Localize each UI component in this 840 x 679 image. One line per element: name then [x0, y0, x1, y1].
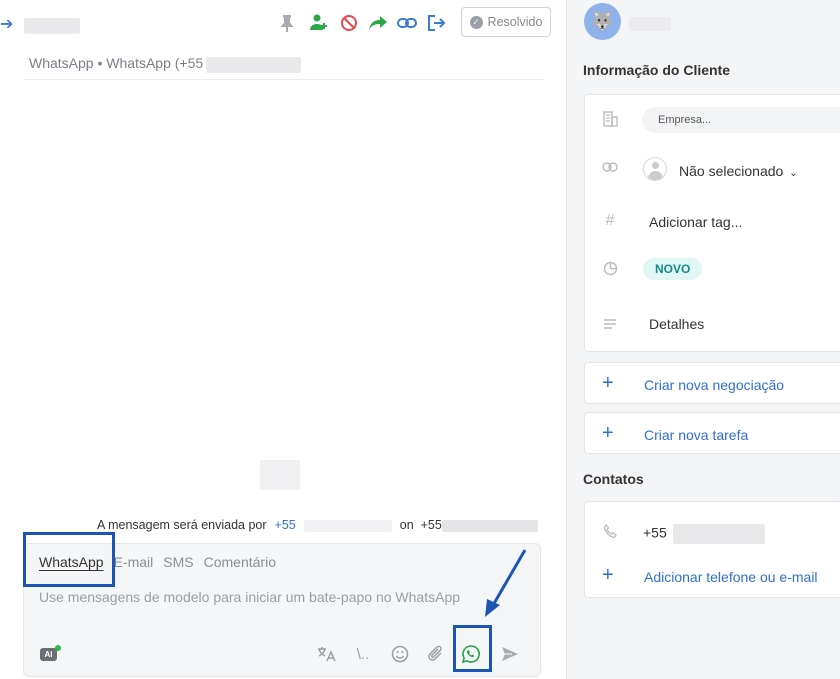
pie-chart-icon	[601, 261, 619, 280]
send-info-prefix: A mensagem será enviada por	[97, 518, 267, 532]
check-circle-icon: ✓	[469, 15, 483, 29]
ai-status-dot	[55, 645, 61, 651]
to-phone: +55	[420, 518, 442, 532]
plus-icon: +	[602, 564, 614, 586]
add-contact-link[interactable]: Adicionar telefone ou e-mail	[644, 569, 818, 585]
contact-name	[24, 18, 80, 34]
customer-info-card: Empresa... Não selecionado ⌄ # Adicionar…	[584, 94, 840, 352]
add-tag-input[interactable]: Adicionar tag...	[649, 214, 742, 230]
contact-phone-redacted	[672, 524, 765, 544]
channel-info: WhatsApp • WhatsApp (+55	[29, 55, 204, 71]
phone-icon	[601, 523, 619, 543]
customer-info-title: Informação do Cliente	[583, 62, 731, 78]
forward-icon[interactable]	[367, 12, 389, 34]
contacts-card: +55 + Adicionar telefone ou e-mail	[584, 501, 840, 598]
chat-panel: ➔ ✓ Resolvido WhatsApp • WhatsApp (+55 A…	[0, 0, 566, 679]
tab-comment[interactable]: Comentário	[204, 554, 276, 570]
channel-phone-redacted	[206, 57, 301, 73]
tab-email[interactable]: E-mail	[114, 554, 154, 570]
message-redacted	[260, 460, 300, 490]
block-icon[interactable]	[338, 12, 360, 34]
create-deal-card[interactable]: + Criar nova negociação	[584, 362, 840, 404]
details-field[interactable]: Detalhes	[649, 316, 704, 332]
back-arrow-icon[interactable]: ➔	[0, 14, 13, 34]
whatsapp-tab-highlight	[23, 532, 115, 587]
assign-user-icon[interactable]	[308, 12, 330, 34]
avatar[interactable]: 🐺	[584, 3, 621, 40]
plus-icon: +	[602, 422, 614, 444]
company-input[interactable]: Empresa...	[642, 107, 840, 133]
ai-button[interactable]: AI	[40, 648, 57, 661]
whatsapp-icon-highlight	[453, 625, 492, 672]
pin-icon[interactable]	[276, 12, 298, 34]
hash-icon: #	[605, 212, 615, 229]
resolve-label: Resolvido	[487, 15, 543, 29]
link-icon	[601, 159, 619, 176]
exit-icon[interactable]	[425, 12, 447, 34]
attachment-icon[interactable]	[424, 643, 446, 665]
create-task-link[interactable]: Criar nova tarefa	[644, 427, 748, 443]
building-icon	[601, 111, 619, 131]
customer-info-panel: 🐺 Informação do Cliente Empresa... Não s…	[566, 0, 840, 679]
customer-name-redacted	[629, 17, 671, 31]
message-input[interactable]: Use mensagens de modelo para iniciar um …	[39, 589, 460, 605]
emoji-icon[interactable]	[389, 643, 411, 665]
send-info: A mensagem será enviada por +55 on +55	[97, 518, 538, 532]
assignee-select[interactable]: Não selecionado ⌄	[679, 163, 798, 179]
from-phone[interactable]: +55	[275, 518, 296, 532]
stage-badge[interactable]: NOVO	[643, 258, 703, 280]
send-info-on: on	[399, 518, 414, 532]
person-placeholder-icon	[643, 157, 667, 181]
from-phone-redacted	[303, 519, 392, 532]
to-phone-redacted	[441, 519, 538, 532]
assignee-value: Não selecionado	[679, 163, 784, 179]
contacts-title: Contatos	[583, 471, 644, 487]
resolve-button[interactable]: ✓ Resolvido	[461, 7, 551, 37]
link-icon[interactable]	[396, 12, 418, 34]
translate-icon[interactable]	[316, 643, 338, 665]
annotation-arrow-icon	[485, 549, 527, 617]
send-icon[interactable]	[499, 643, 521, 665]
chevron-down-icon: ⌄	[789, 168, 798, 179]
header-divider	[24, 79, 544, 80]
tab-sms[interactable]: SMS	[163, 554, 193, 570]
create-task-card[interactable]: + Criar nova tarefa	[584, 412, 840, 454]
contact-phone[interactable]: +55	[643, 524, 765, 544]
details-lines-icon	[601, 317, 619, 334]
create-deal-link[interactable]: Criar nova negociação	[644, 377, 784, 393]
quick-reply-icon[interactable]: \..	[352, 643, 374, 665]
contact-phone-value: +55	[643, 524, 667, 541]
plus-icon: +	[602, 372, 614, 394]
